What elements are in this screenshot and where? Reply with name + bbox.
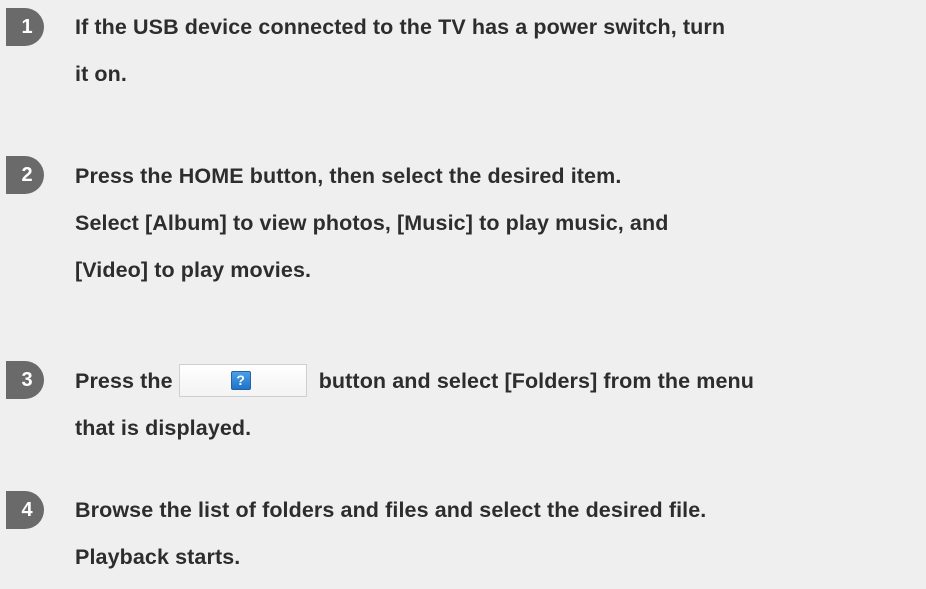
step-line: Press the HOME button, then select the d…: [75, 164, 622, 188]
step-line: If the USB device connected to the TV ha…: [75, 15, 726, 39]
step-line: Press the? button and select [Folders] fr…: [75, 358, 918, 405]
step-line: [Video] to play movies.: [75, 258, 312, 282]
step-text: Press the HOME button, then select the d…: [75, 153, 918, 294]
step-line-part: button and select [Folders] from the men…: [318, 369, 755, 393]
step-number: 3: [21, 369, 33, 391]
step-line: that is displayed.: [75, 416, 252, 440]
step-line: Playback starts.: [75, 545, 241, 569]
help-icon: ?: [230, 370, 251, 390]
step-text: Press the? button and select [Folders] fr…: [75, 358, 918, 452]
step-number-badge: 4: [6, 491, 44, 529]
step-text: If the USB device connected to the TV ha…: [75, 4, 918, 98]
step-number-badge: 2: [6, 156, 44, 194]
step-number-badge: 3: [6, 361, 44, 399]
step-line: Select [Album] to view photos, [Music] t…: [75, 211, 669, 235]
step-line-part: Press the: [75, 369, 173, 393]
step-line: it on.: [75, 62, 127, 86]
step-number: 4: [21, 499, 33, 521]
step-number: 2: [21, 164, 33, 186]
step-number: 1: [21, 16, 33, 38]
step-line: Browse the list of folders and files and…: [75, 498, 707, 522]
step-number-badge: 1: [6, 8, 44, 46]
step-text: Browse the list of folders and files and…: [75, 487, 918, 581]
options-button-graphic: ?: [178, 363, 307, 397]
